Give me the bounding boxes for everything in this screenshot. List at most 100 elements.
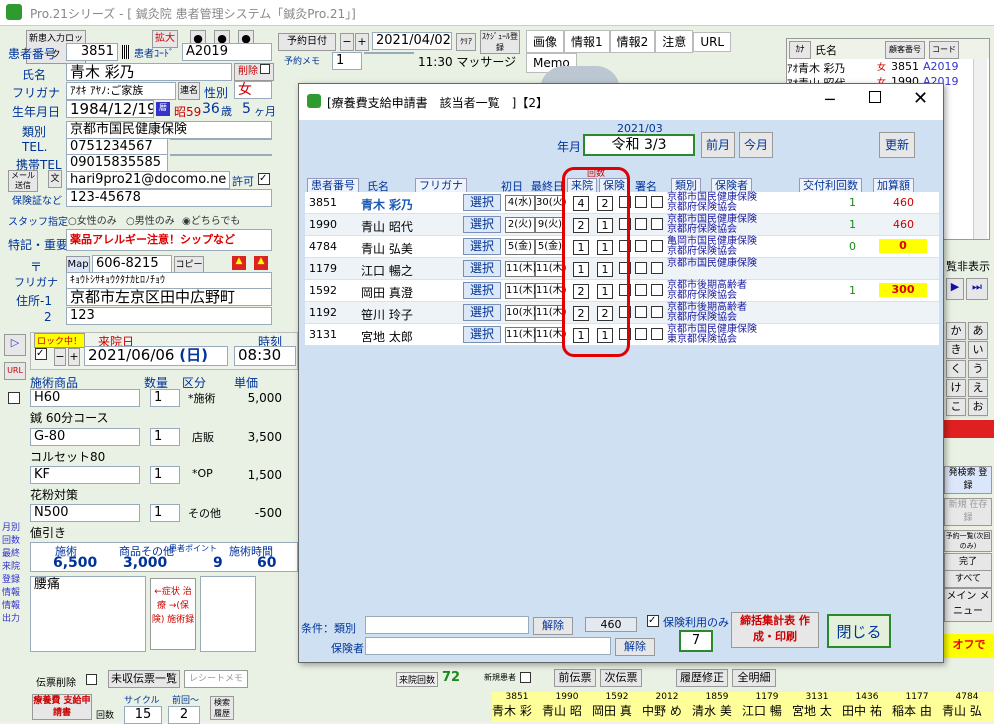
tab-caution[interactable]: 注意 — [655, 30, 694, 53]
strip-item[interactable]: 2012 中野 め — [642, 692, 692, 722]
sign-checkbox[interactable] — [651, 196, 663, 208]
furigana-field[interactable]: ｱｵｷ ｱﾔﾉ:ご家族 — [66, 82, 176, 100]
tab-info1[interactable]: 情報1 — [564, 30, 610, 53]
schedule-button[interactable]: ｽｹｼﾞｭｰﾙ登録 — [480, 30, 520, 54]
sidebar-item[interactable]: 登録 — [2, 574, 28, 587]
sign-checkbox[interactable] — [635, 240, 647, 252]
email-field[interactable]: hari9pro21@docomo.ne — [66, 171, 230, 189]
patient-code-field[interactable]: A2019 — [182, 43, 272, 61]
item-row[interactable]: KF 1 *OP 1,500 花粉対策 — [30, 466, 292, 506]
name-field[interactable]: 青木 彩乃 — [66, 63, 232, 81]
all-detail-button[interactable]: 全明細 — [732, 669, 776, 687]
item-qty[interactable]: 1 — [150, 389, 180, 407]
sign-checkbox[interactable] — [651, 328, 663, 340]
select-button[interactable]: 選択 — [463, 238, 501, 255]
tab-info2[interactable]: 情報2 — [609, 30, 656, 53]
summary-print-button[interactable]: 締括集計表 作成・印刷 — [731, 612, 819, 648]
date-minus-button[interactable]: − — [340, 33, 354, 51]
visit-minus-button[interactable]: − — [54, 348, 66, 366]
insurer-clear-button[interactable]: 解除 — [615, 638, 655, 656]
url-button[interactable]: URL — [4, 362, 26, 380]
plist-header-kana[interactable]: ｶﾅ — [789, 41, 811, 59]
play-button[interactable]: ▶ — [946, 278, 964, 300]
sidebar-play-icon[interactable]: ▷ — [4, 334, 26, 356]
main-menu-button[interactable]: メイン メニュー — [944, 588, 992, 622]
kana-key-o[interactable]: お — [968, 398, 988, 416]
mobile-field[interactable]: 09015835585 — [66, 154, 168, 172]
strip-item[interactable]: 1859 清水 美 — [692, 692, 742, 722]
receipt-memo-button[interactable]: レシートメモ — [184, 670, 248, 688]
plist-scrollbar[interactable] — [973, 59, 987, 239]
tab-url[interactable]: URL — [693, 32, 732, 52]
new-record-button[interactable]: 新規 在存録 — [944, 498, 992, 526]
select-button[interactable]: 選択 — [463, 282, 501, 299]
kana-key-u[interactable]: う — [968, 360, 988, 378]
all-button[interactable]: すべて — [944, 570, 992, 588]
cond-clear-button[interactable]: 解除 — [533, 617, 573, 635]
item-row[interactable]: N500 1 その他 -500 値引き — [30, 504, 292, 544]
sign-checkbox[interactable] — [635, 196, 647, 208]
strip-item[interactable]: 3851 青木 彩 — [492, 692, 542, 722]
sign-checkbox[interactable] — [635, 284, 647, 296]
delete-button[interactable]: 削除 — [234, 63, 274, 81]
item-code[interactable]: N500 — [30, 504, 140, 522]
sidebar-item[interactable]: 回数 — [2, 535, 28, 548]
close-button[interactable]: 閉じる — [827, 614, 891, 648]
item-qty[interactable]: 1 — [150, 504, 180, 522]
kana-key-ku[interactable]: く — [946, 360, 966, 378]
booking-date-button[interactable]: 予約日付 — [278, 33, 336, 51]
item-row[interactable]: H60 1 *施術 5,000 鍼 60分コース — [30, 389, 292, 429]
prev-receipt-button[interactable]: 前伝票 — [554, 669, 596, 687]
visit-time-field[interactable]: 08:30 — [234, 346, 296, 366]
lock-checkbox[interactable]: ✓ — [35, 348, 47, 360]
plist-header-no[interactable]: 顧客番号 — [885, 41, 925, 59]
unpaid-button[interactable]: 未収伝票一覧 — [108, 670, 180, 688]
gender-field[interactable]: 女 — [234, 81, 272, 99]
receipt-delete-checkbox[interactable] — [86, 674, 97, 685]
staff-opt-male[interactable]: ○男性のみ — [126, 212, 175, 227]
sidebar-checkbox[interactable] — [8, 392, 20, 404]
symptom-field[interactable]: 腰痛 — [30, 576, 146, 652]
strip-item[interactable]: 1436 田中 祐 — [842, 692, 892, 722]
prev-field[interactable]: 2 — [168, 706, 200, 724]
booking-memo-select[interactable]: 1 — [332, 52, 362, 70]
staff-opt-female[interactable]: ○女性のみ — [68, 212, 117, 227]
strip-item[interactable]: 4784 青山 弘 — [942, 692, 992, 722]
mobile-extra-field[interactable] — [170, 154, 272, 156]
kana-key-ka[interactable]: か — [946, 322, 966, 340]
prev-month-button[interactable]: 前月 — [701, 132, 735, 158]
warning-icon-2[interactable]: ▲ — [254, 256, 268, 270]
clear-button[interactable]: ｸﾘｱ — [456, 33, 476, 51]
kana-key-ke[interactable]: け — [946, 379, 966, 397]
cond-type-select[interactable] — [365, 616, 529, 634]
visit-date-field[interactable]: 2021/06/06 (日) — [84, 346, 228, 366]
new-patient-checkbox[interactable] — [520, 672, 531, 683]
search-register-button[interactable]: 発検索 登録 — [944, 466, 992, 494]
this-month-button[interactable]: 今月 — [739, 132, 773, 158]
kana-key-ki[interactable]: き — [946, 341, 966, 359]
addr1-field[interactable]: 京都市左京区田中広野町 — [66, 288, 272, 306]
strip-item[interactable]: 1592 岡田 真 — [592, 692, 642, 722]
insurer-select[interactable] — [365, 637, 611, 655]
treatment-record-field[interactable] — [200, 576, 256, 652]
select-button[interactable]: 選択 — [463, 194, 501, 211]
booking-date-field[interactable]: 2021/04/02 — [372, 32, 452, 50]
visit-plus-button[interactable]: + — [68, 348, 80, 366]
complete-button[interactable]: 完了 — [944, 553, 992, 571]
ryoyo-button[interactable]: 療養費 支給申請書 — [32, 694, 92, 720]
sign-checkbox[interactable] — [635, 262, 647, 274]
item-qty[interactable]: 1 — [150, 428, 180, 446]
col-header-amount[interactable]: 加算額 — [873, 178, 914, 193]
refresh-button[interactable]: 更新 — [879, 132, 915, 158]
strip-item[interactable]: 1177 稲本 由 — [892, 692, 942, 722]
ym-field[interactable]: 令和 3/3 — [583, 134, 695, 156]
strip-item[interactable]: 3131 宮地 太 — [792, 692, 842, 722]
insurance-field[interactable]: 123-45678 — [66, 189, 272, 207]
tel-extra-field[interactable] — [170, 138, 272, 140]
maximize-icon[interactable] — [869, 91, 881, 103]
minimize-icon[interactable]: ─ — [825, 90, 835, 109]
col-header-no[interactable]: 患者番号 — [307, 178, 359, 193]
item-code[interactable]: KF — [30, 466, 140, 484]
dob-field[interactable]: 1984/12/19 — [66, 100, 154, 118]
col-header-kana[interactable]: フリガナ — [415, 178, 467, 193]
